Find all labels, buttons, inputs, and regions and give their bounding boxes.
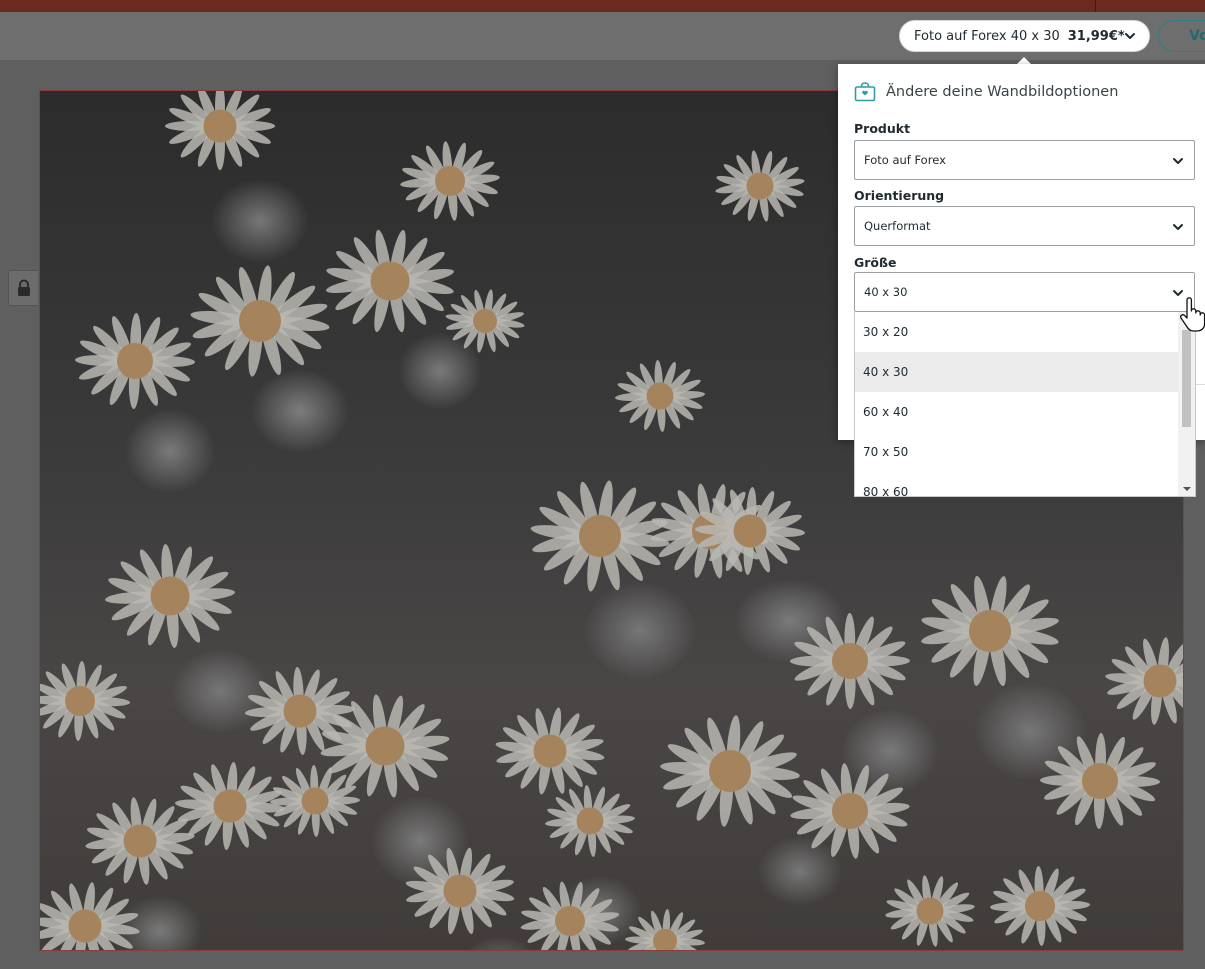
size-option-label: 70 x 50 bbox=[863, 445, 909, 459]
daisy-flower bbox=[495, 707, 605, 795]
daisy-flower bbox=[40, 661, 130, 741]
product-summary-price: 31,99€* bbox=[1067, 28, 1125, 44]
daisy-flower bbox=[270, 765, 360, 837]
product-summary-button[interactable]: Foto auf Forex 40 x 30 31,99€* bbox=[899, 20, 1150, 52]
hand-cursor-icon bbox=[1180, 297, 1205, 332]
daisy-flower bbox=[921, 575, 1059, 687]
dropdown-scrollbar[interactable] bbox=[1178, 312, 1195, 496]
chevron-down-icon bbox=[1125, 33, 1135, 39]
lock-toggle[interactable] bbox=[8, 270, 38, 306]
daisy-flower bbox=[625, 909, 705, 950]
size-option[interactable]: 30 x 20 bbox=[855, 312, 1179, 352]
daisy-flower bbox=[75, 313, 195, 409]
chevron-down-icon bbox=[1173, 224, 1183, 230]
size-option[interactable]: 40 x 30 bbox=[855, 352, 1179, 392]
daisy-flower bbox=[165, 91, 276, 171]
daisy-flower bbox=[190, 265, 330, 377]
size-label: Größe bbox=[854, 255, 897, 270]
daisy-flower bbox=[400, 141, 500, 221]
daisy-flower bbox=[790, 613, 910, 709]
panel-header: Ändere deine Wandbildoptionen bbox=[854, 82, 1118, 102]
daisy-flower bbox=[660, 715, 800, 827]
product-summary-label: Foto auf Forex 40 x 30 bbox=[914, 28, 1060, 44]
daisy-flower bbox=[615, 360, 705, 432]
next-button[interactable]: Vo bbox=[1158, 20, 1205, 52]
daisy-flower bbox=[1105, 637, 1183, 725]
size-option[interactable]: 80 x 60 bbox=[855, 472, 1179, 497]
size-option[interactable]: 60 x 40 bbox=[855, 392, 1179, 432]
size-option-label: 30 x 20 bbox=[863, 325, 909, 339]
daisy-flower bbox=[326, 229, 454, 333]
shopping-bag-icon bbox=[854, 82, 876, 102]
daisy-flower bbox=[545, 785, 635, 857]
orientation-select[interactable]: Querformat bbox=[854, 206, 1195, 246]
daisy-flower bbox=[520, 881, 620, 950]
scroll-down-icon[interactable] bbox=[1183, 487, 1191, 491]
lock-icon bbox=[17, 279, 30, 296]
next-button-label: Vo bbox=[1189, 28, 1205, 44]
daisy-flower bbox=[695, 487, 805, 575]
product-label: Produkt bbox=[854, 121, 911, 136]
daisy-flower bbox=[1040, 733, 1160, 829]
daisy-flower bbox=[445, 289, 525, 353]
daisy-flower bbox=[790, 763, 910, 859]
daisy-flower bbox=[85, 797, 195, 885]
chevron-down-icon bbox=[1173, 158, 1183, 164]
size-option-label: 40 x 30 bbox=[863, 365, 909, 379]
size-option[interactable]: 70 x 50 bbox=[855, 432, 1179, 472]
size-select-value: 40 x 30 bbox=[864, 285, 908, 299]
size-dropdown-list[interactable]: 30 x 20 40 x 30 60 x 40 70 x 50 80 x 60 bbox=[854, 312, 1196, 497]
daisy-flower bbox=[885, 875, 975, 947]
scrollbar-thumb[interactable] bbox=[1182, 330, 1191, 427]
brand-bar-divider bbox=[1095, 0, 1096, 12]
daisy-flower bbox=[405, 847, 515, 935]
daisy-flower bbox=[105, 544, 235, 648]
size-select[interactable]: 40 x 30 bbox=[854, 272, 1195, 312]
size-option-label: 60 x 40 bbox=[863, 405, 909, 419]
daisy-flower bbox=[530, 480, 670, 592]
product-select[interactable]: Foto auf Forex bbox=[854, 140, 1195, 180]
brand-bar bbox=[0, 0, 1205, 12]
daisy-flower bbox=[990, 866, 1090, 946]
panel-title: Ändere deine Wandbildoptionen bbox=[886, 84, 1119, 100]
daisy-flower bbox=[40, 882, 140, 950]
daisy-flower bbox=[715, 150, 805, 222]
orientation-label: Orientierung bbox=[854, 188, 945, 203]
product-select-value: Foto auf Forex bbox=[864, 153, 946, 167]
size-option-label: 80 x 60 bbox=[863, 485, 909, 497]
orientation-select-value: Querformat bbox=[864, 219, 931, 233]
